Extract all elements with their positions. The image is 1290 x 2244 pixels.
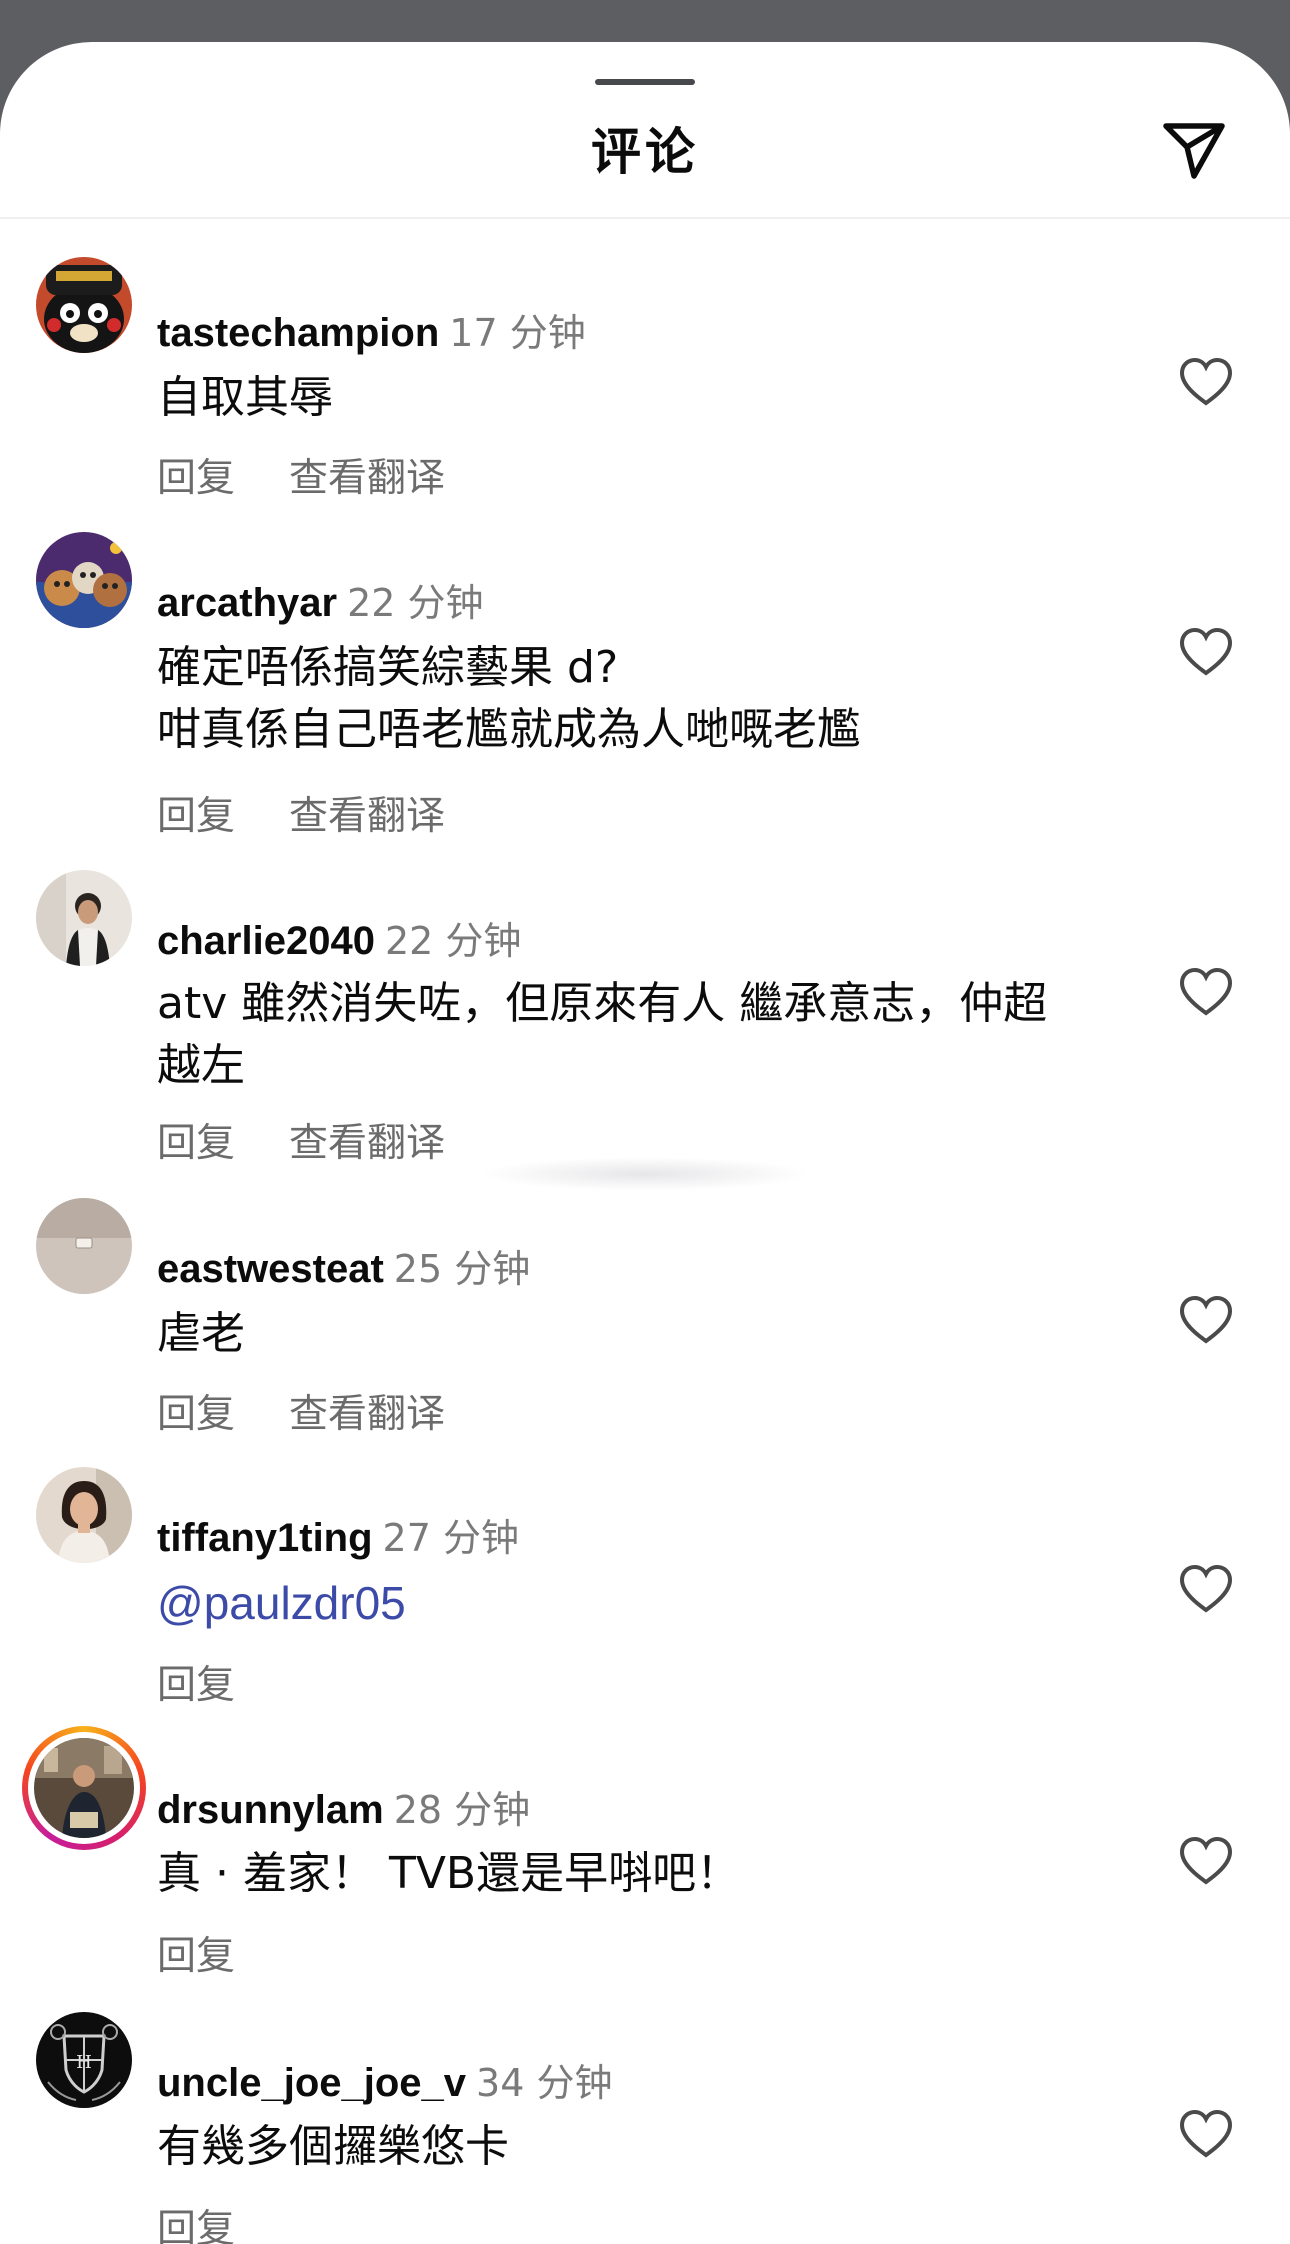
comment-time: 22 分钟 [347,581,484,625]
comment-text: 自取其辱 [157,372,333,423]
heart-icon[interactable] [1178,1563,1234,1615]
reply-button[interactable]: 回复 [157,1654,235,1710]
comment-time: 25 分钟 [393,1247,531,1291]
reply-button[interactable]: 回复 [157,785,235,841]
heart-icon[interactable] [1178,1294,1234,1346]
translate-button[interactable]: 查看翻译 [289,1112,445,1168]
comment-username[interactable]: eastwesteat [157,1247,384,1291]
comment-actions: 回复 查看翻译 [157,1383,445,1439]
comment-text: 有幾多個攞樂悠卡 [157,2121,509,2172]
comment-actions: 回复 查看翻译 [157,785,445,841]
comment-actions: 回复 查看翻译 [157,1112,445,1168]
comment-meta: drsunnylam 28 分钟 [157,1785,530,1835]
comment-time: 27 分钟 [382,1516,519,1560]
mention-link[interactable]: @paulzdr05 [157,1572,1107,1634]
translate-button[interactable]: 查看翻译 [289,447,445,503]
heart-icon[interactable] [1178,356,1234,408]
comment-time: 34 分钟 [476,2061,613,2105]
comment-meta: tastechampion 17 分钟 [157,308,586,358]
story-ring-avatar[interactable] [22,1726,146,1850]
avatar[interactable] [36,1467,132,1563]
reply-button[interactable]: 回复 [157,1112,235,1168]
avatar[interactable] [36,257,132,353]
comment-text: 虐老 [157,1308,245,1359]
comment-actions: 回复 [157,2198,235,2244]
svg-text:H: H [76,2052,92,2073]
comment-actions: 回复 [157,1654,235,1710]
comment-meta: arcathyar 22 分钟 [157,578,484,628]
blur-artifact [480,1157,810,1191]
comment-username[interactable]: uncle_joe_joe_v [157,2061,466,2105]
comment-text: 確定唔係搞笑綜藝果 d? 咁真係自己唔老尷就成為人哋嘅老尷 [157,642,861,755]
comment-meta: tiffany1ting 27 分钟 [157,1513,519,1563]
avatar[interactable] [36,532,132,628]
reply-button[interactable]: 回复 [157,1925,235,1981]
reply-button[interactable]: 回复 [157,1383,235,1439]
comment-meta: charlie2040 22 分钟 [157,916,521,966]
comment-time: 22 分钟 [384,919,522,963]
avatar[interactable] [36,1198,132,1294]
comment-username[interactable]: charlie2040 [157,919,375,963]
avatar[interactable]: H [36,2012,132,2108]
translate-button[interactable]: 查看翻译 [289,785,445,841]
sheet-header: 评论 [0,42,1290,219]
comment-username[interactable]: drsunnylam [157,1788,384,1832]
heart-icon[interactable] [1178,2108,1234,2160]
comment-time: 28 分钟 [393,1788,531,1832]
comment-actions: 回复 [157,1925,235,1981]
comment-username[interactable]: tastechampion [157,311,439,355]
comment-username[interactable]: tiffany1ting [157,1516,373,1560]
comment-meta: uncle_joe_joe_v 34 分钟 [157,2058,612,2108]
heart-icon[interactable] [1178,966,1234,1018]
avatar-inner [28,1732,140,1844]
comment-meta: eastwesteat 25 分钟 [157,1244,530,1294]
comments-sheet: 评论 tastechampion 17 分钟 自取其辱 回复 查看翻译 arca… [0,42,1290,2244]
comment-text: 真 · 羞家！ TVB還是早唞吧！ [157,1848,741,1899]
drag-handle[interactable] [595,79,695,85]
translate-button[interactable]: 查看翻译 [289,1383,445,1439]
reply-button[interactable]: 回复 [157,447,235,503]
reply-button[interactable]: 回复 [157,2198,235,2244]
comment-actions: 回复 查看翻译 [157,447,445,503]
comment-username[interactable]: arcathyar [157,581,337,625]
comment-time: 17 分钟 [449,311,586,355]
comment-text: atv 雖然消失咗，但原來有人 繼承意志，仲超 越左 [157,978,1048,1091]
send-icon[interactable] [1160,114,1228,182]
avatar[interactable] [36,870,132,966]
page-title: 评论 [591,123,699,181]
heart-icon[interactable] [1178,1835,1234,1887]
heart-icon[interactable] [1178,626,1234,678]
